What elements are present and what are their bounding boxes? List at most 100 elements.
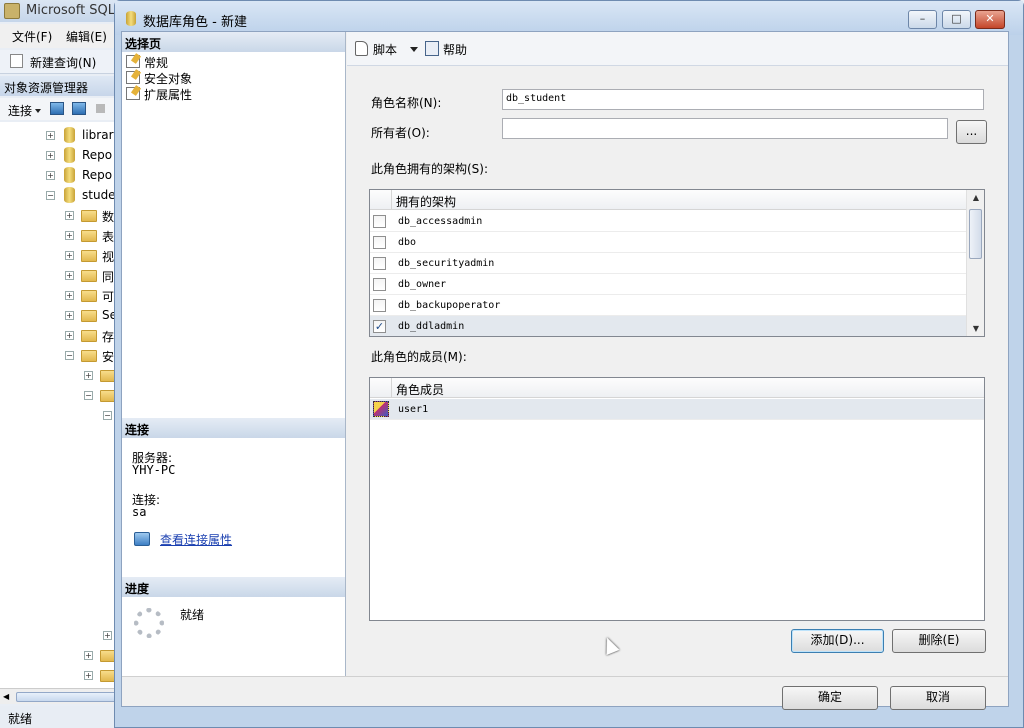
progress-status: 就绪 <box>180 608 205 622</box>
menu-file[interactable]: 文件(F) <box>12 28 52 45</box>
expand-icon[interactable]: + <box>65 211 74 220</box>
schema-checkbox-checked[interactable]: ✓ <box>373 320 386 333</box>
dialog-title-bar[interactable]: 数据库角色 - 新建 – □ ✕ <box>115 1 1023 35</box>
page-icon <box>126 87 140 100</box>
server-value: YHY-PC <box>132 463 176 477</box>
database-role-icon <box>126 11 136 26</box>
expand-icon[interactable]: + <box>65 271 74 280</box>
schema-row[interactable]: db_backupoperator <box>370 295 966 316</box>
close-button[interactable]: ✕ <box>975 10 1005 29</box>
folder-icon <box>81 230 97 242</box>
scroll-down-icon[interactable]: ▼ <box>967 321 984 336</box>
ssms-title: Microsoft SQL <box>26 3 116 18</box>
expand-icon[interactable]: + <box>46 171 55 180</box>
member-row[interactable]: user1 <box>370 399 984 420</box>
folder-icon <box>81 330 97 342</box>
expand-icon[interactable]: + <box>84 671 93 680</box>
schema-checkbox[interactable] <box>373 236 386 249</box>
folder-icon <box>81 290 97 302</box>
script-dropdown-icon[interactable] <box>410 47 418 52</box>
expand-icon[interactable]: + <box>65 231 74 240</box>
role-members-header-label: 角色成员 <box>396 383 445 397</box>
connect-button[interactable]: 连接 <box>8 102 32 119</box>
database-icon <box>64 147 75 163</box>
maximize-button[interactable]: □ <box>942 10 971 29</box>
object-explorer-header: 对象资源管理器 <box>0 76 118 96</box>
database-icon <box>64 187 75 203</box>
user-icon <box>373 401 389 417</box>
schema-row[interactable]: db_owner <box>370 274 966 295</box>
owned-schemas-header-label: 拥有的架构 <box>396 195 457 209</box>
menu-edit[interactable]: 编辑(E) <box>66 28 107 45</box>
script-button[interactable]: 脚本 <box>355 41 397 58</box>
expand-icon[interactable]: + <box>65 331 74 340</box>
left-panel: 选择页 常规 安全对象 扩展属性 连接 服务器: YHY-PC 连接: sa 查… <box>122 32 346 676</box>
cancel-button[interactable]: 取消 <box>890 686 986 710</box>
schema-row[interactable]: ✓ db_ddladmin <box>370 316 966 336</box>
new-database-role-dialog: 数据库角色 - 新建 – □ ✕ 选择页 常规 安全对象 扩展属性 连接 服务器… <box>114 0 1024 728</box>
ssms-toolbar: 新建查询(N) <box>0 50 120 74</box>
script-label: 脚本 <box>373 43 398 57</box>
scroll-up-icon[interactable]: ▲ <box>967 190 984 206</box>
ok-button[interactable]: 确定 <box>782 686 878 710</box>
scrollbar-thumb[interactable] <box>16 692 116 702</box>
schema-checkbox[interactable] <box>373 215 386 228</box>
help-button[interactable]: 帮助 <box>425 41 467 58</box>
minimize-button[interactable]: – <box>908 10 937 29</box>
folder-icon <box>81 350 97 362</box>
tree-horizontal-scrollbar[interactable]: ◀ <box>0 688 118 704</box>
scrollbar-thumb[interactable] <box>969 209 982 259</box>
dialog-toolbar: 脚本 帮助 <box>347 32 1008 66</box>
owned-schemas-grid: 拥有的架构 db_accessadmin dbo db_securityadmi… <box>369 189 985 337</box>
schema-row[interactable]: db_securityadmin <box>370 253 966 274</box>
folder-icon <box>81 310 97 322</box>
role-members-label: 此角色的成员(M): <box>371 350 467 364</box>
remove-member-button[interactable]: 删除(E) <box>892 629 986 653</box>
expand-icon[interactable]: + <box>103 631 112 640</box>
connection-properties-icon <box>134 532 150 546</box>
schema-checkbox[interactable] <box>373 257 386 270</box>
schema-row[interactable]: dbo <box>370 232 966 253</box>
owner-input[interactable] <box>502 118 948 139</box>
connect-dropdown-icon[interactable] <box>35 109 41 113</box>
schemas-vertical-scrollbar[interactable]: ▲ ▼ <box>966 190 984 336</box>
expand-icon[interactable]: + <box>46 131 55 140</box>
schema-checkbox[interactable] <box>373 278 386 291</box>
collapse-icon[interactable]: − <box>65 351 74 360</box>
schema-checkbox[interactable] <box>373 299 386 312</box>
expand-icon[interactable]: + <box>46 151 55 160</box>
add-member-button[interactable]: 添加(D)... <box>791 629 884 653</box>
page-icon <box>126 55 140 68</box>
view-connection-properties-link[interactable]: 查看连接属性 <box>160 531 232 548</box>
role-name-label: 角色名称(N): <box>371 96 442 110</box>
expand-icon[interactable]: + <box>84 371 93 380</box>
ssms-status-bar: 就绪 <box>0 706 120 728</box>
expand-icon[interactable]: + <box>65 251 74 260</box>
folder-icon <box>81 270 97 282</box>
collapse-icon[interactable]: − <box>84 391 93 400</box>
right-panel: 脚本 帮助 角色名称(N): db_student 所有者(O): ... 此角… <box>347 32 1008 676</box>
connect-object-icon[interactable] <box>50 102 64 115</box>
select-page-header: 选择页 <box>122 32 345 52</box>
folder-icon <box>81 250 97 262</box>
expand-icon[interactable]: + <box>84 651 93 660</box>
collapse-icon[interactable]: − <box>103 411 112 420</box>
expand-icon[interactable]: + <box>65 311 74 320</box>
scroll-left-icon[interactable]: ◀ <box>3 692 9 701</box>
expand-icon[interactable]: + <box>65 291 74 300</box>
schema-row[interactable]: db_accessadmin <box>370 211 966 232</box>
progress-header: 进度 <box>122 577 345 597</box>
stop-icon[interactable] <box>96 104 105 113</box>
dialog-title: 数据库角色 - 新建 <box>143 15 247 30</box>
owner-browse-button[interactable]: ... <box>956 120 987 144</box>
help-label: 帮助 <box>443 43 468 57</box>
object-explorer-tree: + librar + Repo + Repo − stude + 数 + 表 + 视 + 同 +… <box>0 122 118 688</box>
role-name-input[interactable]: db_student <box>502 89 984 110</box>
owned-schemas-label: 此角色拥有的架构(S): <box>371 162 489 176</box>
collapse-icon[interactable]: − <box>46 191 55 200</box>
role-members-header: 角色成员 <box>370 378 984 398</box>
database-icon <box>64 127 75 143</box>
disconnect-icon[interactable] <box>72 102 86 115</box>
new-query-icon <box>10 54 23 68</box>
new-query-button[interactable]: 新建查询(N) <box>10 54 96 71</box>
